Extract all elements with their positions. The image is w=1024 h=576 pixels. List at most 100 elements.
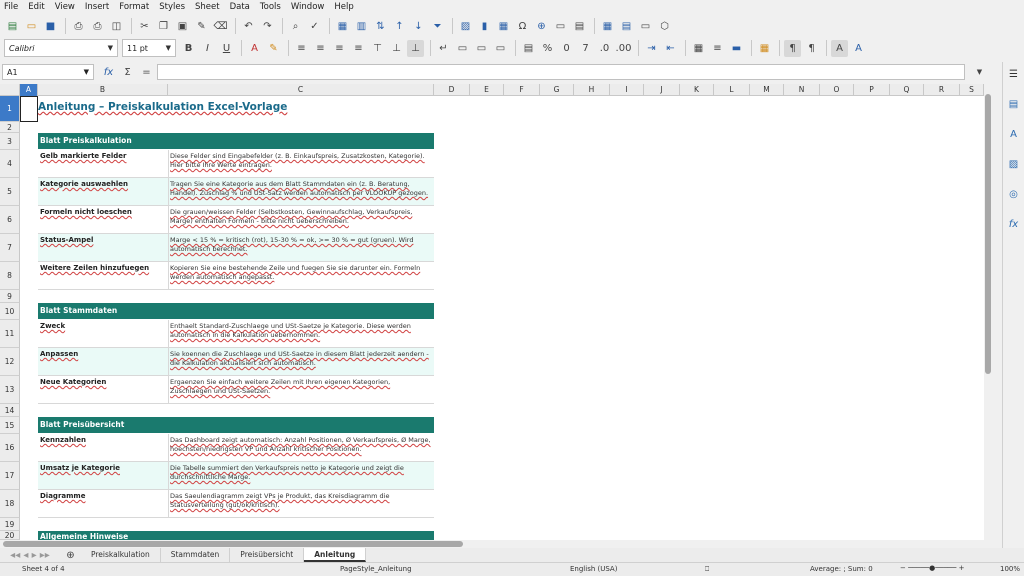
description-cell[interactable]: Enthaelt Standard-Zuschlaege und USt-Sae… <box>168 320 434 342</box>
row-header-16[interactable]: 16 <box>0 434 20 462</box>
description-cell[interactable]: Die grauen/weissen Felder (Selbstkosten,… <box>168 206 434 228</box>
pivot-table-icon[interactable]: ▦ <box>495 18 512 35</box>
column-header-d[interactable]: D <box>434 84 470 96</box>
paste-icon[interactable]: ▣ <box>174 18 191 35</box>
merge-center-icon[interactable]: ▭ <box>454 40 471 57</box>
date-format-icon[interactable]: 7 <box>577 40 594 57</box>
column-header-l[interactable]: L <box>714 84 750 96</box>
clone-format-icon[interactable]: ✎ <box>193 18 210 35</box>
sheet-tab-4[interactable]: Anleitung <box>304 548 367 562</box>
zoom-slider[interactable]: − ─────●───── + <box>900 564 964 572</box>
italic-icon[interactable]: I <box>199 40 216 57</box>
border-color-icon[interactable]: ▬ <box>728 40 745 57</box>
sum-icon[interactable]: Σ <box>119 64 136 81</box>
insert-chart-icon[interactable]: ▮ <box>476 18 493 35</box>
find-replace-icon[interactable]: ⌕ <box>287 18 304 35</box>
row-header-2[interactable]: 2 <box>0 122 20 133</box>
row-header-11[interactable]: 11 <box>0 320 20 348</box>
description-cell[interactable]: Marge < 15 % = kritisch (rot), 15-30 % =… <box>168 234 434 256</box>
align-left-icon[interactable]: ≡ <box>293 40 310 57</box>
menu-styles[interactable]: Styles <box>159 2 185 12</box>
topic-cell[interactable]: Zweck <box>38 320 168 332</box>
print-preview-icon[interactable]: ◫ <box>108 18 125 35</box>
row-icon[interactable]: ▦ <box>334 18 351 35</box>
wrap-text-icon[interactable]: ↵ <box>435 40 452 57</box>
save-icon[interactable]: ■ <box>42 18 59 35</box>
sort-ascending-icon[interactable]: ↑ <box>391 18 408 35</box>
equals-icon[interactable]: = <box>138 64 155 81</box>
menu-file[interactable]: File <box>4 2 18 12</box>
row-header-4[interactable]: 4 <box>0 150 20 178</box>
redo-icon[interactable]: ↷ <box>259 18 276 35</box>
highlight-color-icon[interactable]: ✎ <box>265 40 282 57</box>
description-cell[interactable]: Ergaenzen Sie einfach weitere Zeilen mit… <box>168 376 434 398</box>
sheet-tab-1[interactable]: Preiskalkulation <box>81 548 161 562</box>
text-direction-horizontal-icon[interactable]: A <box>831 39 848 57</box>
special-character-icon[interactable]: Ω <box>514 18 531 35</box>
underline-icon[interactable]: U <box>218 40 235 57</box>
justify-icon[interactable]: ≡ <box>350 40 367 57</box>
column-header-q[interactable]: Q <box>890 84 924 96</box>
language-status[interactable]: English (USA) <box>570 565 617 573</box>
menu-format[interactable]: Format <box>119 2 149 12</box>
column-header-g[interactable]: G <box>540 84 574 96</box>
autofilter-icon[interactable]: ⏷ <box>429 18 446 35</box>
row-header-19[interactable]: 19 <box>0 518 20 531</box>
styles-icon[interactable]: A <box>1005 126 1022 143</box>
menu-insert[interactable]: Insert <box>85 2 109 12</box>
clear-format-icon[interactable]: ⌫ <box>212 18 229 35</box>
column-header-f[interactable]: F <box>504 84 540 96</box>
unmerge-cells-icon[interactable]: ▭ <box>492 40 509 57</box>
menu-sheet[interactable]: Sheet <box>195 2 220 12</box>
description-cell[interactable]: Kopieren Sie eine bestehende Zeile und f… <box>168 262 434 284</box>
description-cell[interactable]: Diese Felder sind Eingabefelder (z. B. E… <box>168 150 434 172</box>
row-header-15[interactable]: 15 <box>0 417 20 434</box>
cut-icon[interactable]: ✂ <box>136 18 153 35</box>
row-header-13[interactable]: 13 <box>0 376 20 404</box>
hyperlink-icon[interactable]: ⊕ <box>533 18 550 35</box>
topic-cell[interactable]: Neue Kategorien <box>38 376 168 388</box>
row-header-5[interactable]: 5 <box>0 178 20 206</box>
column-header-b[interactable]: B <box>38 84 168 96</box>
left-to-right-icon[interactable]: ¶ <box>784 39 801 57</box>
column-header-m[interactable]: M <box>750 84 784 96</box>
align-bottom-icon[interactable]: ⊥ <box>407 39 424 57</box>
row-header-12[interactable]: 12 <box>0 348 20 376</box>
column-header-a[interactable]: A <box>20 84 38 96</box>
formula-input[interactable] <box>157 64 965 80</box>
topic-cell[interactable]: Status-Ampel <box>38 234 168 246</box>
align-top-icon[interactable]: ⊤ <box>369 40 386 57</box>
font-size-combo[interactable]: 11 pt ▼ <box>122 39 176 57</box>
insert-image-icon[interactable]: ▨ <box>457 18 474 35</box>
align-right-icon[interactable]: ≡ <box>331 40 348 57</box>
header-footer-icon[interactable]: ▤ <box>571 18 588 35</box>
page-title[interactable]: Anleitung – Preiskalkulation Excel-Vorla… <box>38 101 287 113</box>
tab-navigation-arrows[interactable]: ◂◂ ◂ ▸ ▸▸ <box>0 547 60 564</box>
borders-icon[interactable]: ▦ <box>690 40 707 57</box>
sort-icon[interactable]: ⇅ <box>372 18 389 35</box>
expand-formula-bar-icon[interactable]: ▼ <box>971 64 988 81</box>
column-header-r[interactable]: R <box>924 84 960 96</box>
row-header-18[interactable]: 18 <box>0 490 20 518</box>
border-style-icon[interactable]: ≡ <box>709 40 726 57</box>
selection-mode-icon[interactable]: ⎕ <box>705 565 709 574</box>
font-color-icon[interactable]: A <box>246 40 263 57</box>
row-header-7[interactable]: 7 <box>0 234 20 262</box>
center-vertically-icon[interactable]: ⊥ <box>388 40 405 57</box>
name-box[interactable]: A1 ▼ <box>2 64 94 80</box>
sheet-tab-2[interactable]: Stammdaten <box>161 548 231 562</box>
add-decimal-icon[interactable]: .0 <box>596 40 613 57</box>
column-header-n[interactable]: N <box>784 84 820 96</box>
topic-cell[interactable]: Gelb markierte Felder <box>38 150 168 162</box>
new-document-icon[interactable]: ▤ <box>4 18 21 35</box>
column-header-p[interactable]: P <box>854 84 890 96</box>
export-pdf-icon[interactable]: ⎙ <box>70 18 87 35</box>
split-window-icon[interactable]: ▭ <box>637 18 654 35</box>
row-header-17[interactable]: 17 <box>0 462 20 490</box>
menu-window[interactable]: Window <box>291 2 325 12</box>
topic-cell[interactable]: Umsatz je Kategorie <box>38 462 168 474</box>
functions-icon[interactable]: fx <box>1005 216 1022 233</box>
description-cell[interactable]: Tragen Sie eine Kategorie aus dem Blatt … <box>168 178 434 200</box>
row-header-8[interactable]: 8 <box>0 262 20 290</box>
vertical-scrollbar[interactable] <box>984 84 992 540</box>
